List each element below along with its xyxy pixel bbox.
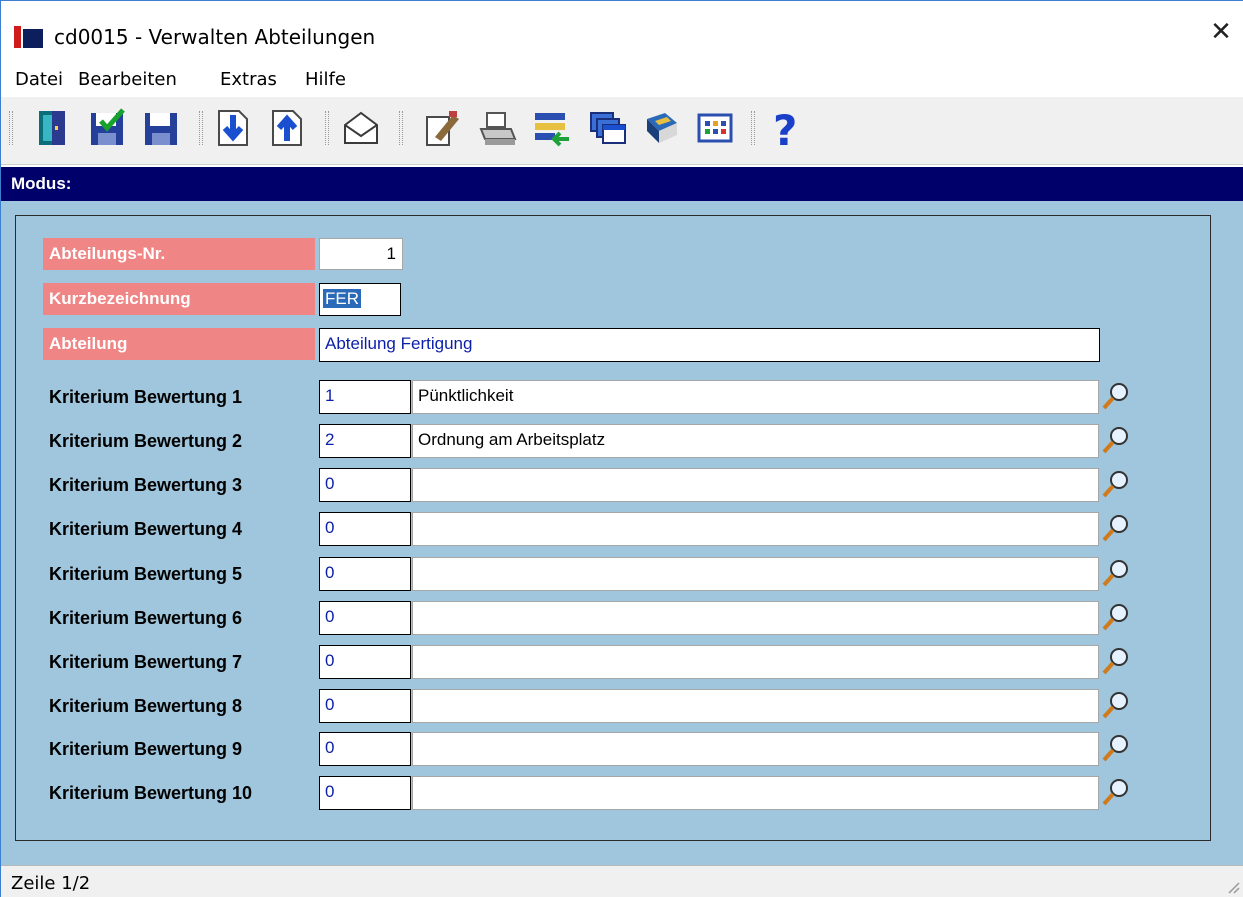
toolbar-separator	[751, 111, 755, 145]
kriterium-3-lookup-icon[interactable]	[1101, 468, 1131, 500]
kriterium-6-code-field[interactable]: 0	[319, 601, 411, 635]
kurzbezeichnung-label: Kurzbezeichnung	[43, 283, 315, 315]
kriterium-5-lookup-icon[interactable]	[1101, 557, 1131, 589]
title-bar: cd0015 - Verwalten Abteilungen ✕	[1, 1, 1243, 61]
kriterium-1-label: Kriterium Bewertung 1	[49, 387, 243, 407]
kriterium-2-label: Kriterium Bewertung 2	[49, 431, 243, 451]
kriterium-3-code-field[interactable]: 0	[319, 468, 411, 502]
kriterium-7-lookup-icon[interactable]	[1101, 645, 1131, 677]
application-window: cd0015 - Verwalten Abteilungen ✕ Datei B…	[0, 0, 1243, 897]
toolbar-separator	[199, 111, 203, 145]
resize-grip-icon[interactable]	[1226, 880, 1240, 894]
page-down-icon[interactable]	[213, 107, 253, 149]
kriterium-6-label: Kriterium Bewertung 6	[49, 608, 243, 628]
kriterium-3-name-field	[412, 468, 1099, 502]
kriterium-5-code-field[interactable]: 0	[319, 557, 411, 591]
mode-label: Modus:	[11, 174, 72, 193]
toolbar-separator	[9, 111, 13, 145]
kurzbezeichnung-value: FER	[323, 289, 361, 308]
edit-note-icon[interactable]	[421, 107, 461, 149]
kriterium-8-label: Kriterium Bewertung 8	[49, 696, 243, 716]
windows-icon[interactable]	[587, 107, 627, 149]
app-logo-icon	[14, 26, 46, 48]
kriterium-9-lookup-icon[interactable]	[1101, 732, 1131, 764]
kriterium-10-lookup-icon[interactable]	[1101, 776, 1131, 808]
kriterium-6-lookup-icon[interactable]	[1101, 601, 1131, 633]
abteilungs-nr-label: Abteilungs-Nr.	[43, 238, 315, 270]
kriterium-9-code-field[interactable]: 0	[319, 732, 411, 766]
svg-text:?: ?	[773, 107, 797, 149]
abteilung-field[interactable]: Abteilung Fertigung	[319, 328, 1100, 362]
kriterium-4-lookup-icon[interactable]	[1101, 512, 1131, 544]
list-transfer-icon[interactable]	[531, 107, 571, 149]
kriterium-5-name-field	[412, 557, 1099, 591]
kriterium-9-name-field	[412, 732, 1099, 766]
kriterium-10-name-field	[412, 776, 1099, 810]
kriterium-1-code-field[interactable]: 1	[319, 380, 411, 414]
kurzbezeichnung-field[interactable]: FER	[319, 283, 401, 316]
kriterium-2-code-field[interactable]: 2	[319, 424, 411, 458]
kriterium-1-name-field: Pünktlichkeit	[412, 380, 1099, 414]
kriterium-10-code-field[interactable]: 0	[319, 776, 411, 810]
envelope-icon[interactable]	[341, 107, 381, 149]
form-panel: Abteilungs-Nr. 1 Kurzbezeichnung FER Abt…	[15, 215, 1211, 841]
mode-bar: Modus:	[1, 167, 1243, 201]
kriterium-4-label: Kriterium Bewertung 4	[49, 519, 243, 539]
kriterium-7-label: Kriterium Bewertung 7	[49, 652, 243, 672]
menu-bar: Datei Bearbeiten Extras Hilfe	[1, 63, 1243, 97]
kriterium-6-name-field	[412, 601, 1099, 635]
main-area: Abteilungs-Nr. 1 Kurzbezeichnung FER Abt…	[1, 201, 1243, 865]
kriterium-7-code-field[interactable]: 0	[319, 645, 411, 679]
close-button[interactable]: ✕	[1206, 17, 1236, 47]
printer-icon[interactable]	[477, 107, 517, 149]
kriterium-3-label: Kriterium Bewertung 3	[49, 475, 243, 495]
kriterium-8-name-field	[412, 689, 1099, 723]
menu-extras[interactable]: Extras	[220, 69, 277, 90]
exit-door-icon[interactable]	[33, 107, 73, 149]
kriterium-8-lookup-icon[interactable]	[1101, 689, 1131, 721]
book-icon[interactable]	[641, 107, 681, 149]
menu-datei[interactable]: Datei	[15, 69, 63, 90]
kriterium-4-name-field	[412, 512, 1099, 546]
abteilungs-nr-field[interactable]: 1	[319, 238, 403, 270]
status-bar: Zeile 1/2	[1, 865, 1243, 897]
row-status: Zeile 1/2	[11, 873, 91, 894]
save-icon[interactable]	[141, 107, 181, 149]
kriterium-10-label: Kriterium Bewertung 10	[49, 783, 253, 803]
toolbar-separator	[399, 111, 403, 145]
kriterium-5-label: Kriterium Bewertung 5	[49, 564, 243, 584]
kriterium-7-name-field	[412, 645, 1099, 679]
kriterium-8-code-field[interactable]: 0	[319, 689, 411, 723]
menu-bearbeiten[interactable]: Bearbeiten	[78, 69, 177, 90]
toolbar: ?	[1, 97, 1243, 165]
save-check-icon[interactable]	[87, 107, 127, 149]
window-title: cd0015 - Verwalten Abteilungen	[54, 25, 376, 49]
kriterium-2-name-field: Ordnung am Arbeitsplatz	[412, 424, 1099, 458]
abteilung-label: Abteilung	[43, 328, 315, 360]
toolbar-separator	[325, 111, 329, 145]
menu-hilfe[interactable]: Hilfe	[305, 69, 346, 90]
kriterium-1-lookup-icon[interactable]	[1101, 380, 1131, 412]
kriterium-4-code-field[interactable]: 0	[319, 512, 411, 546]
kriterium-2-lookup-icon[interactable]	[1101, 424, 1131, 456]
help-icon[interactable]: ?	[767, 107, 807, 149]
grid-icon[interactable]	[695, 107, 735, 149]
page-up-icon[interactable]	[267, 107, 307, 149]
kriterium-9-label: Kriterium Bewertung 9	[49, 739, 243, 759]
